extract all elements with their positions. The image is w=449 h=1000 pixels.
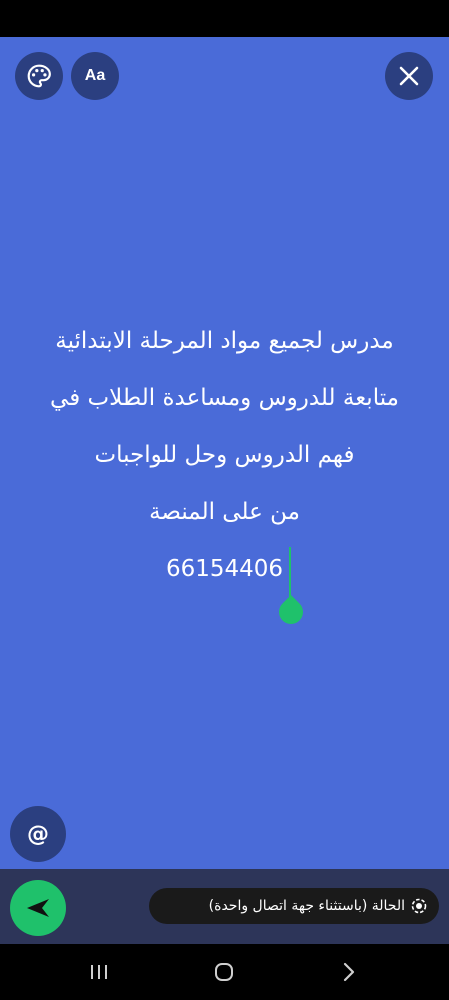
status-text-line: 66154406 (165, 556, 284, 582)
status-privacy-selector[interactable]: الحالة (باستثناء جهة اتصال واحدة) (149, 888, 439, 924)
back-button[interactable] (335, 958, 363, 986)
font-style-label: Aa (84, 67, 106, 84)
status-text-input[interactable]: مدرس لجميع مواد المرحلة الابتدائية متابع… (0, 313, 449, 598)
color-palette-button[interactable] (15, 52, 63, 100)
status-text-line: من على المنصة (149, 499, 300, 525)
mention-button[interactable]: @ (10, 806, 66, 862)
recents-icon (91, 965, 107, 979)
status-text-line: فهم الدروس وحل للواجبات (94, 442, 355, 468)
send-button[interactable] (10, 880, 66, 936)
mention-icon: @ (27, 821, 49, 847)
back-chevron-icon (343, 962, 355, 982)
status-text-line: متابعة للدروس ومساعدة الطلاب في (50, 385, 399, 411)
recent-apps-button[interactable] (85, 958, 113, 986)
close-icon (399, 66, 419, 86)
font-style-button[interactable]: Aa (71, 52, 119, 100)
send-arrow-icon (27, 899, 49, 917)
status-text-line: مدرس لجميع مواد المرحلة الابتدائية (55, 328, 394, 354)
palette-icon (27, 64, 51, 88)
close-button[interactable] (385, 52, 433, 100)
system-status-bar (0, 0, 449, 37)
status-ring-icon (411, 898, 427, 914)
status-privacy-label: الحالة (باستثناء جهة اتصال واحدة) (208, 898, 405, 914)
home-button[interactable] (210, 958, 238, 986)
home-icon (215, 963, 233, 981)
